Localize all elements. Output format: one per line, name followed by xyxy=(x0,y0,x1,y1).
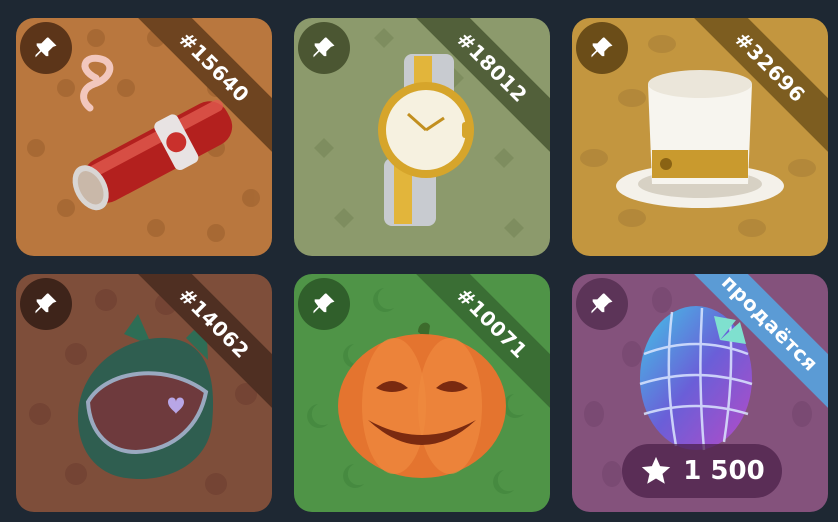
pin-button[interactable] xyxy=(298,278,350,330)
pin-button[interactable] xyxy=(576,278,628,330)
star-icon xyxy=(642,456,671,484)
gift-card-pumpkin[interactable]: #10071 xyxy=(294,274,550,512)
gift-grid: #15640 #18012 #32696 #14062 #10071 прода… xyxy=(0,0,838,522)
price-button[interactable]: 1 500 xyxy=(622,444,782,498)
pin-icon xyxy=(35,293,57,314)
pin-icon xyxy=(591,37,613,58)
pin-button[interactable] xyxy=(20,22,72,74)
gift-card-watch[interactable]: #18012 xyxy=(294,18,550,256)
price-amount: 1 500 xyxy=(683,456,765,486)
gift-card-helmet[interactable]: #14062 xyxy=(16,274,272,512)
pin-icon xyxy=(591,293,613,314)
gift-card-cigar[interactable]: #15640 xyxy=(16,18,272,256)
pin-icon xyxy=(313,37,335,58)
pin-button[interactable] xyxy=(20,278,72,330)
pin-button[interactable] xyxy=(298,22,350,74)
gift-card-top-hat[interactable]: #32696 xyxy=(572,18,828,256)
pin-icon xyxy=(35,37,57,58)
gift-card-easter-egg[interactable]: продаётся 1 500 xyxy=(572,274,828,512)
pin-button[interactable] xyxy=(576,22,628,74)
pin-icon xyxy=(313,293,335,314)
